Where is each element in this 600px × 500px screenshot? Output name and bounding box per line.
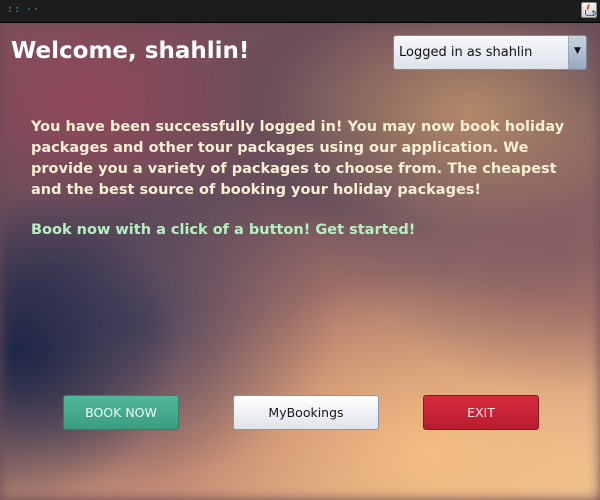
intro-text: You have been successfully logged in! Yo… — [31, 119, 565, 198]
app-window: :: ·· Welcome, shahlin! Logged in as sha… — [0, 0, 600, 500]
book-now-button[interactable]: BOOK NOW — [63, 395, 179, 430]
window-menu-icon[interactable]: ·· — [26, 5, 40, 15]
user-dropdown[interactable]: Logged in as shahlin ▼ — [393, 35, 587, 70]
call-to-action-text: Book now with a click of a button! Get s… — [31, 222, 416, 238]
title-bar: :: ·· — [0, 0, 600, 23]
main-panel: Welcome, shahlin! Logged in as shahlin ▼… — [0, 22, 600, 500]
my-bookings-button[interactable]: MyBookings — [233, 395, 379, 430]
welcome-heading: Welcome, shahlin! — [11, 38, 250, 64]
window-grip-icon: :: — [7, 4, 22, 15]
user-dropdown-value: Logged in as shahlin — [399, 45, 533, 60]
exit-button[interactable]: EXIT — [423, 395, 539, 430]
java-icon — [581, 2, 597, 18]
chevron-down-icon[interactable]: ▼ — [568, 36, 586, 69]
